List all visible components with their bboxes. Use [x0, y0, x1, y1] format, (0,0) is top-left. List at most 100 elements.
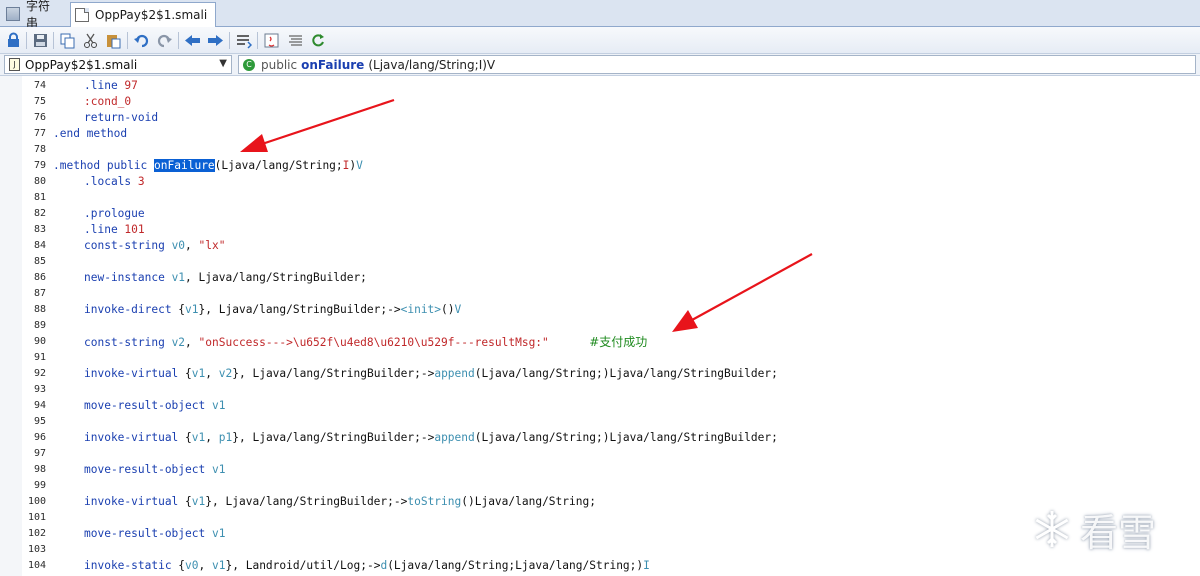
code-line[interactable]: 88 invoke-direct {v1}, Ljava/lang/StringB… — [0, 302, 1200, 318]
code-token: ()Ljava/lang/String; — [461, 495, 596, 508]
code-line[interactable]: 77 .end method — [0, 126, 1200, 142]
code-token: (Ljava/lang/String; — [214, 159, 343, 172]
code-line[interactable]: 83 .line 101 — [0, 222, 1200, 238]
code-line[interactable]: 75:cond_0 — [0, 94, 1200, 110]
line-number: 76 — [33, 112, 46, 123]
method-signature: (Ljava/lang/String;I)V — [368, 57, 496, 72]
code-line[interactable]: 76 return-void — [0, 110, 1200, 126]
java-icon[interactable] — [263, 32, 280, 49]
code-line[interactable]: 96 invoke-virtual {v1, p1}, Ljava/lang/St… — [0, 430, 1200, 446]
tab-smali-file[interactable]: OppPay$2$1.smali — [70, 2, 216, 27]
code-line[interactable]: 91 — [0, 350, 1200, 366]
code-line[interactable]: 93 — [0, 382, 1200, 398]
code-line[interactable]: 89 — [0, 318, 1200, 334]
code-line[interactable]: 80 .locals 3 — [0, 174, 1200, 190]
line-text: const-string v2, "onSuccess--->\u652f\u4… — [53, 334, 647, 351]
code-line[interactable]: 100 invoke-virtual {v1}, Ljava/lang/Strin… — [0, 494, 1200, 510]
code-line[interactable]: 84 const-string v0, "lx" — [0, 238, 1200, 254]
code-token: { — [185, 431, 192, 444]
save-icon[interactable] — [32, 32, 49, 49]
chevron-down-icon[interactable]: ▼ — [219, 58, 227, 69]
format-icon[interactable] — [287, 32, 304, 49]
outline-icon[interactable] — [235, 32, 253, 49]
code-token: , — [198, 559, 213, 572]
code-token: move-result-object — [84, 527, 212, 540]
refresh-icon[interactable] — [310, 32, 327, 49]
code-line[interactable]: 101 — [0, 510, 1200, 526]
code-token: toString — [407, 495, 462, 508]
code-token: move-result-object — [84, 463, 212, 476]
code-line[interactable]: 79 .method public onFailure(Ljava/lang/St… — [0, 158, 1200, 174]
file-selector[interactable]: J OppPay$2$1.smali ▼ — [4, 55, 232, 74]
toolbar-separator — [229, 32, 230, 49]
line-number: 81 — [33, 192, 46, 203]
line-number: 83 — [33, 224, 46, 235]
cut-icon[interactable] — [82, 32, 99, 49]
code-line[interactable]: 90 const-string v2, "onSuccess--->\u652f\… — [0, 334, 1200, 350]
code-line[interactable]: 97 — [0, 446, 1200, 462]
code-token: "lx" — [198, 239, 226, 252]
line-text: invoke-virtual {v1}, Ljava/lang/StringBu… — [53, 494, 596, 510]
copy-icon[interactable] — [59, 32, 76, 49]
code-editor[interactable]: 74 .line 97 75:cond_0 76 return-void 77 .end m… — [0, 76, 1200, 576]
line-number: 101 — [27, 512, 46, 523]
code-token: v1 — [211, 527, 226, 540]
toolbar — [0, 27, 1200, 54]
code-token: v2 — [218, 367, 233, 380]
line-text: const-string v0, "lx" — [53, 238, 225, 254]
tab-label: OppPay$2$1.smali — [95, 8, 208, 22]
method-icon: C — [243, 58, 255, 71]
tab-strings[interactable]: 字符串 — [2, 0, 68, 30]
code-line[interactable]: 104 invoke-static {v0, v1}, Landroid/util… — [0, 558, 1200, 574]
line-number: 104 — [27, 560, 46, 571]
line-number: 85 — [33, 256, 46, 267]
code-token: 101 — [124, 223, 145, 236]
line-text: invoke-virtual {v1, v2}, Ljava/lang/Stri… — [53, 366, 778, 382]
watermark: 看雪 — [1030, 500, 1190, 558]
line-text: return-void — [53, 110, 158, 126]
tab-bar: 字符串 OppPay$2$1.smali — [0, 0, 1200, 30]
code-line[interactable]: 94 move-result-object v1 — [0, 398, 1200, 414]
code-token: move-result-object — [84, 399, 212, 412]
selected-text: onFailure — [154, 159, 215, 172]
line-text: .method public onFailure(Ljava/lang/Stri… — [53, 158, 363, 174]
smali-file-icon: J — [9, 58, 20, 71]
code-line[interactable]: 82 .prologue — [0, 206, 1200, 222]
code-token: 3 — [137, 175, 145, 188]
undo-icon[interactable] — [133, 32, 150, 49]
code-line[interactable]: 95 — [0, 414, 1200, 430]
code-token: Landroid/util/Log;-> — [245, 559, 381, 572]
line-number: 98 — [33, 464, 46, 475]
line-number: 94 — [33, 400, 46, 411]
code-token: Ljava/lang/StringBuilder;-> — [218, 303, 401, 316]
back-icon[interactable] — [184, 32, 201, 49]
code-token: "onSuccess--->\u652f\u4ed8\u6210\u529f--… — [198, 336, 549, 349]
code-token: append — [434, 367, 475, 380]
code-token: .locals — [84, 175, 138, 188]
code-line[interactable]: 102 move-result-object v1 — [0, 526, 1200, 542]
code-line[interactable]: 92 invoke-virtual {v1, v2}, Ljava/lang/St… — [0, 366, 1200, 382]
code-line[interactable]: 98 move-result-object v1 — [0, 462, 1200, 478]
paste-icon[interactable] — [105, 32, 122, 49]
code-line[interactable]: 103 — [0, 542, 1200, 558]
code-line[interactable]: 81 — [0, 190, 1200, 206]
code-token: V — [454, 303, 462, 316]
method-access-modifier: public — [261, 57, 298, 72]
redo-icon[interactable] — [156, 32, 173, 49]
code-line[interactable]: 87 — [0, 286, 1200, 302]
line-number: 92 — [33, 368, 46, 379]
code-line[interactable]: 86 new-instance v1, Ljava/lang/StringBuil… — [0, 270, 1200, 286]
code-line[interactable]: 99 — [0, 478, 1200, 494]
code-token: (Ljava/lang/String;Ljava/lang/String;) — [387, 559, 644, 572]
code-token: v1 — [191, 367, 206, 380]
code-token: }, — [232, 367, 253, 380]
method-selector[interactable]: C public onFailure (Ljava/lang/String;I)… — [238, 55, 1196, 74]
code-token: }, — [198, 303, 219, 316]
code-token: v1 — [212, 559, 226, 572]
code-line[interactable]: 78 — [0, 142, 1200, 158]
forward-icon[interactable] — [207, 32, 224, 49]
code-line[interactable]: 74 .line 97 — [0, 78, 1200, 94]
lock-icon[interactable] — [5, 32, 22, 49]
code-token: invoke-virtual — [84, 431, 186, 444]
code-line[interactable]: 85 — [0, 254, 1200, 270]
